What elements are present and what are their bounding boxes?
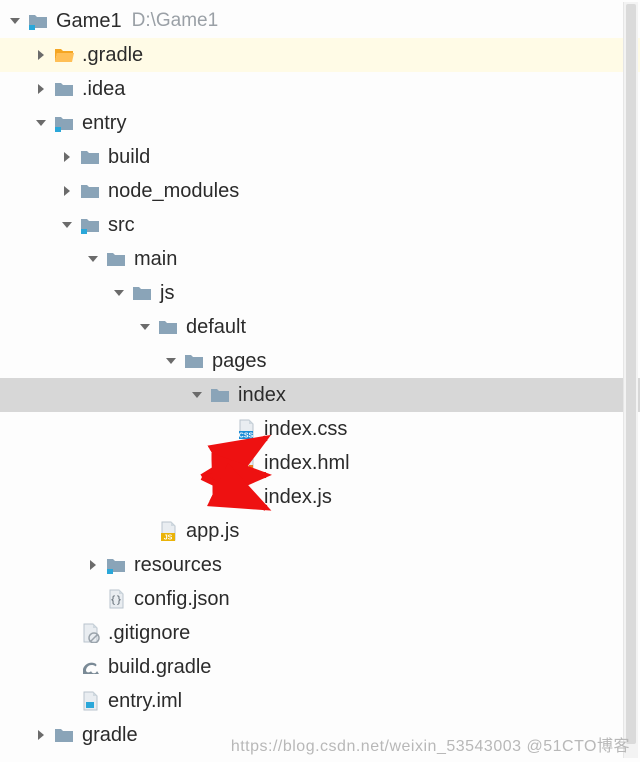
- disclosure-right-icon[interactable]: [60, 184, 74, 198]
- folder-icon: [106, 249, 126, 269]
- disclosure-right-icon[interactable]: [34, 48, 48, 62]
- folder-icon: [158, 317, 178, 337]
- disclosure-right-icon[interactable]: [86, 558, 100, 572]
- folder-icon: [132, 283, 152, 303]
- tree-item[interactable]: {} config.json: [0, 582, 640, 616]
- tree-item[interactable]: src: [0, 208, 640, 242]
- tree-item[interactable]: Hindex.hml: [0, 446, 640, 480]
- disclosure-down-icon[interactable]: [112, 286, 126, 300]
- tree-item-label: config.json: [134, 588, 230, 611]
- disclosure-down-icon[interactable]: [190, 388, 204, 402]
- file-css-icon: CSS: [236, 419, 256, 439]
- file-js-icon: JS: [158, 521, 178, 541]
- folder-icon: [184, 351, 204, 371]
- disclosure-down-icon[interactable]: [8, 14, 22, 28]
- tree-item-label: entry.iml: [108, 690, 182, 713]
- disclosure-down-icon[interactable]: [86, 252, 100, 266]
- project-tree[interactable]: Game1D:\Game1 .gradle .idea entry build …: [0, 0, 640, 752]
- tree-item-label: .gitignore: [108, 622, 190, 645]
- file-hml-icon: H: [236, 453, 256, 473]
- disclosure-down-icon[interactable]: [164, 354, 178, 368]
- tree-item-label: index.hml: [264, 452, 350, 475]
- folder-marked-icon: [80, 215, 100, 235]
- tree-item[interactable]: build.gradle: [0, 650, 640, 684]
- tree-item-label: src: [108, 214, 135, 237]
- tree-item-label: Game1: [56, 10, 122, 33]
- svg-text:CSS: CSS: [239, 432, 254, 439]
- folder-icon: [210, 385, 230, 405]
- file-js-icon: JS: [236, 487, 256, 507]
- tree-item[interactable]: .idea: [0, 72, 640, 106]
- tree-item-label: node_modules: [108, 180, 239, 203]
- tree-item-label: build: [108, 146, 150, 169]
- tree-item[interactable]: Game1 D:\Game1: [0, 4, 640, 38]
- folder-marked-icon: [106, 555, 126, 575]
- disclosure-right-icon[interactable]: [60, 150, 74, 164]
- tree-item[interactable]: main: [0, 242, 640, 276]
- tree-item-label: .idea: [82, 78, 125, 101]
- tree-item[interactable]: js: [0, 276, 640, 310]
- tree-item-label: app.js: [186, 520, 239, 543]
- tree-item-label: index.css: [264, 418, 347, 441]
- file-iml-icon: [80, 691, 100, 711]
- tree-item[interactable]: node_modules: [0, 174, 640, 208]
- tree-item[interactable]: resources: [0, 548, 640, 582]
- tree-item[interactable]: .gitignore: [0, 616, 640, 650]
- tree-item-label: index.js: [264, 486, 332, 509]
- svg-text:H: H: [243, 463, 250, 473]
- folder-icon: [54, 79, 74, 99]
- tree-item-label: .gradle: [82, 44, 143, 67]
- folder-marked-icon: [54, 113, 74, 133]
- folder-icon: [54, 725, 74, 745]
- tree-item-label: pages: [212, 350, 267, 373]
- tree-item[interactable]: CSS index.css: [0, 412, 640, 446]
- folder-icon: [80, 181, 100, 201]
- svg-text:{}: {}: [110, 595, 122, 606]
- tree-item-label: build.gradle: [108, 656, 211, 679]
- tree-item[interactable]: build: [0, 140, 640, 174]
- scrollbar-thumb[interactable]: [626, 4, 636, 744]
- tree-item-label: main: [134, 248, 177, 271]
- tree-item-label: entry: [82, 112, 126, 135]
- disclosure-down-icon[interactable]: [34, 116, 48, 130]
- tree-item-label: resources: [134, 554, 222, 577]
- project-tree-panel: Game1D:\Game1 .gradle .idea entry build …: [0, 0, 640, 762]
- disclosure-right-icon[interactable]: [34, 82, 48, 96]
- tree-item[interactable]: index: [0, 378, 640, 412]
- folder-open-orange-icon: [54, 45, 74, 65]
- svg-text:JS: JS: [242, 500, 251, 507]
- file-gitignore-icon: [80, 623, 100, 643]
- tree-item[interactable]: entry: [0, 106, 640, 140]
- tree-item-label: index: [238, 384, 286, 407]
- disclosure-right-icon[interactable]: [34, 728, 48, 742]
- tree-item-label: gradle: [82, 724, 138, 747]
- tree-item[interactable]: entry.iml: [0, 684, 640, 718]
- disclosure-down-icon[interactable]: [138, 320, 152, 334]
- tree-item-label: js: [160, 282, 174, 305]
- file-gradle-icon: [80, 657, 100, 677]
- tree-item[interactable]: .gradle: [0, 38, 640, 72]
- file-json-icon: {}: [106, 589, 126, 609]
- tree-item[interactable]: pages: [0, 344, 640, 378]
- tree-item-path: D:\Game1: [132, 10, 219, 32]
- tree-item[interactable]: default: [0, 310, 640, 344]
- svg-text:JS: JS: [164, 534, 173, 541]
- tree-item[interactable]: JS index.js: [0, 480, 640, 514]
- tree-item[interactable]: JS app.js: [0, 514, 640, 548]
- disclosure-down-icon[interactable]: [60, 218, 74, 232]
- tree-item-label: default: [186, 316, 246, 339]
- vertical-scrollbar[interactable]: [623, 2, 638, 758]
- tree-item[interactable]: gradle: [0, 718, 640, 752]
- folder-marked-icon: [28, 11, 48, 31]
- folder-icon: [80, 147, 100, 167]
